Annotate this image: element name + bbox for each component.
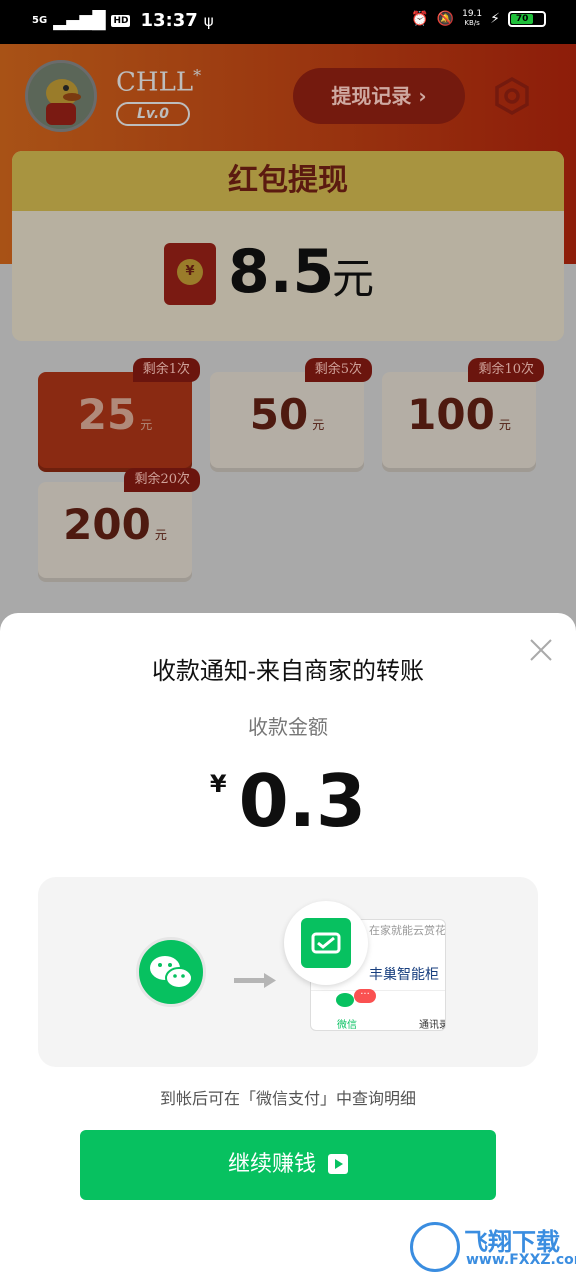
- redpacket-icon: ¥: [164, 243, 216, 305]
- username: CHLL*: [116, 66, 201, 98]
- option-amount: 25 元: [38, 390, 192, 439]
- wechat-logo-icon: [136, 937, 206, 1007]
- option-unit: 元: [312, 418, 325, 432]
- option-amount: 100 元: [382, 390, 536, 439]
- balance-unit: 元: [332, 254, 375, 303]
- redpacket-withdraw-card: 红包提现 ¥ 8.5 元: [12, 151, 564, 341]
- charging-icon: ⚡: [490, 11, 500, 27]
- withdraw-option-200[interactable]: 剩余20次 200 元: [38, 468, 200, 578]
- yuan-coin-icon: ¥: [177, 259, 203, 285]
- status-bar: 5G ▂▄▆█ HD 13:37 ψ ⏰ 🔕 19.1 KB/s ⚡ 70: [0, 0, 576, 44]
- site-watermark: 飞翔下载 www.FXXZ.com: [408, 1220, 576, 1276]
- option-unit: 元: [140, 418, 153, 432]
- preview-row-1: 在家就能云赏花: [369, 924, 446, 937]
- usb-icon: ψ: [203, 11, 214, 30]
- network-indicator: 5G: [32, 14, 48, 26]
- mini-wechat-icon: [336, 991, 356, 1009]
- speed-value: 19.1: [462, 9, 483, 19]
- option-unit: 元: [154, 528, 167, 542]
- alarm-icon: ⏰: [411, 11, 429, 27]
- speed-unit: KB/s: [464, 19, 480, 27]
- withdraw-record-button[interactable]: 提现记录 ›: [293, 68, 465, 124]
- battery-level: 70: [511, 14, 534, 24]
- card-title: 红包提现: [12, 151, 564, 211]
- hexagon-settings-icon: [495, 76, 529, 116]
- avatar[interactable]: [25, 60, 97, 132]
- amount-value: 0.3: [238, 759, 367, 843]
- balance-amount: 8.5: [228, 237, 335, 307]
- withdraw-option-25[interactable]: 剩余1次 25 元: [38, 358, 200, 468]
- hint-text: 到帐后可在「微信支付」中查询明细: [159, 1089, 416, 1108]
- continue-label: 继续赚钱: [227, 1152, 316, 1177]
- continue-earning-button[interactable]: 继续赚钱: [80, 1130, 496, 1200]
- option-amount: 200 元: [38, 500, 192, 549]
- watermark-url: www.FXXZ.com: [466, 1252, 576, 1268]
- remaining-tag: 剩余20次: [124, 468, 200, 492]
- mini-bubble-icon: [336, 993, 354, 1007]
- wechat-pay-square: [301, 918, 351, 968]
- duck-avatar-icon: [28, 63, 94, 129]
- received-amount: ¥0.3: [0, 759, 576, 843]
- option-value: 200: [63, 500, 151, 549]
- withdraw-option-100[interactable]: 剩余10次 100 元: [382, 358, 544, 468]
- currency-symbol: ¥: [209, 770, 227, 798]
- clock: 13:37: [140, 10, 198, 31]
- play-icon: [328, 1154, 348, 1174]
- withdraw-option-50[interactable]: 剩余5次 50 元: [210, 358, 372, 468]
- preview-row-2: 丰巢智能柜: [369, 967, 439, 983]
- balance-area: ¥ 8.5 元: [12, 211, 564, 341]
- signal-icon: ▂▄▆█: [53, 10, 106, 31]
- mute-icon: 🔕: [436, 11, 455, 27]
- arrow-right-icon: [234, 971, 278, 993]
- level-badge: Lv.0: [116, 102, 190, 126]
- preview-tab-contacts: 通讯录: [419, 1020, 446, 1031]
- settings-button[interactable]: [492, 76, 532, 116]
- wechat-pay-icon: [284, 901, 368, 985]
- remaining-tag: 剩余10次: [468, 358, 544, 382]
- status-right: ⏰ 🔕 19.1 KB/s ⚡ 70: [411, 10, 546, 28]
- option-amount: 50 元: [210, 390, 364, 439]
- username-mark: *: [193, 66, 202, 85]
- wechat-pay-illustration: 在家就能云赏花 丰巢智能柜 微信 通讯录 ···: [38, 877, 538, 1067]
- username-text: CHLL: [116, 67, 194, 98]
- unread-badge: ···: [354, 989, 376, 1003]
- remaining-tag: 剩余1次: [132, 358, 200, 382]
- amount-label: 收款金额: [248, 715, 328, 739]
- status-left: 5G ▂▄▆█ HD 13:37 ψ: [32, 10, 214, 31]
- network-speed: 19.1 KB/s: [462, 10, 482, 28]
- option-unit: 元: [498, 418, 511, 432]
- battery-icon: 70: [508, 11, 546, 27]
- option-value: 50: [249, 390, 309, 439]
- option-value: 100: [407, 390, 495, 439]
- sheet-title: 收款通知-来自商家的转账: [151, 657, 425, 685]
- preview-divider: [311, 990, 445, 991]
- arrow-shape: [234, 973, 276, 988]
- preview-tab-wechat: 微信: [337, 1020, 357, 1031]
- hd-badge: HD: [111, 14, 131, 27]
- remaining-tag: 剩余5次: [304, 358, 372, 382]
- option-value: 25: [77, 390, 137, 439]
- watermark-logo-icon: [410, 1222, 460, 1272]
- payment-notice-sheet: 收款通知-来自商家的转账 收款金额 ¥0.3 在家就能云赏花 丰巢智能柜 微信 …: [0, 613, 576, 1280]
- wechat-bubbles-icon: [150, 956, 193, 989]
- pay-mark-icon: [311, 932, 341, 954]
